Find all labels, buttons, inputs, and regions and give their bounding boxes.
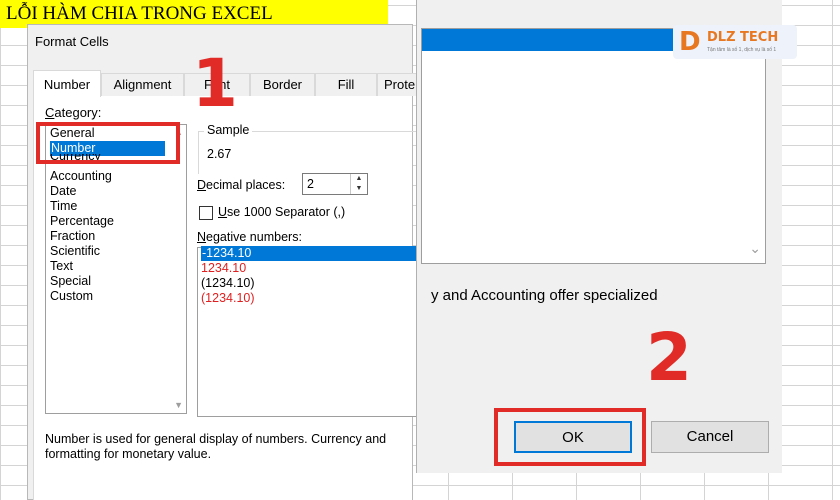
category-item[interactable]: Fraction	[50, 229, 95, 244]
tab-number[interactable]: Number	[33, 70, 101, 97]
sample-value: 2.67	[207, 147, 232, 161]
step-2-number: 2	[646, 319, 692, 396]
negative-numbers-label-rest: egative numbers:	[206, 230, 302, 244]
dialog-title: Format Cells	[35, 34, 109, 49]
category-label-rest: ategory:	[54, 105, 102, 120]
category-item[interactable]: Special	[50, 274, 91, 289]
tab-border[interactable]: Border	[250, 73, 315, 96]
category-description: Number is used for general display of nu…	[45, 432, 425, 462]
category-item[interactable]: Custom	[50, 289, 93, 304]
negative-numbers-list[interactable]: -1234.10 1234.10 (1234.10) (1234.10)	[197, 246, 427, 417]
description-line: Number is used for general display of nu…	[45, 432, 387, 446]
separator-label: Use 1000 Separator (,)	[218, 205, 346, 219]
logo-name: DLZ TECH	[707, 30, 779, 45]
decimal-places-label: Decimal places:	[197, 178, 286, 192]
sample-label: Sample	[204, 123, 253, 137]
decimal-places-stepper[interactable]: 2 ▲ ▼	[302, 173, 368, 195]
highlight-ok-button	[494, 408, 646, 466]
category-description-partial: y and Accounting offer specialized	[431, 287, 658, 304]
negative-item-selected[interactable]: -1234.10	[201, 246, 422, 261]
category-item[interactable]: Percentage	[50, 214, 114, 229]
cancel-button[interactable]: Cancel	[651, 421, 769, 453]
chevron-down-icon[interactable]: ⌄	[749, 240, 761, 257]
category-item[interactable]: Date	[50, 184, 76, 199]
step-1-number: 1	[192, 45, 238, 122]
description-line: formatting for monetary value.	[45, 447, 212, 461]
negative-numbers-label: Negative numbers:	[197, 230, 302, 244]
category-item[interactable]: Time	[50, 199, 77, 214]
scroll-down-icon[interactable]: ▼	[174, 400, 183, 410]
spin-up-icon[interactable]: ▲	[351, 174, 367, 184]
spin-down-icon[interactable]: ▼	[351, 184, 367, 194]
highlight-number-category	[36, 122, 180, 164]
separator-checkbox[interactable]	[199, 206, 213, 220]
category-list[interactable]: General Number Currency Accounting Date …	[45, 124, 187, 414]
logo-mark-icon: D	[679, 27, 701, 57]
tab-alignment[interactable]: Alignment	[101, 73, 184, 96]
negative-item[interactable]: 1234.10	[201, 261, 246, 276]
tab-fill[interactable]: Fill	[315, 73, 377, 96]
dlz-tech-logo: D DLZ TECH Tận tâm là số 1, dịch vụ là s…	[673, 25, 797, 59]
decimal-places-label-rest: ecimal places:	[206, 178, 286, 192]
category-item[interactable]: Accounting	[50, 169, 112, 184]
separator-label-rest: se 1000 Separator (,)	[227, 205, 346, 219]
format-list[interactable]: ⌄	[421, 28, 766, 264]
tab-protection[interactable]: Prote	[377, 73, 419, 96]
negative-item[interactable]: (1234.10)	[201, 291, 255, 306]
decimal-places-value[interactable]: 2	[307, 177, 314, 191]
category-item[interactable]: Scientific	[50, 244, 100, 259]
dialog-bottom-pane: ⌄ y and Accounting offer specialized OK …	[416, 0, 782, 473]
logo-tagline: Tận tâm là số 1, dịch vụ là số 1	[707, 47, 777, 53]
spin-buttons[interactable]: ▲ ▼	[350, 174, 367, 194]
category-label: Category:	[45, 105, 102, 120]
category-item[interactable]: Text	[50, 259, 73, 274]
negative-item[interactable]: (1234.10)	[201, 276, 255, 291]
